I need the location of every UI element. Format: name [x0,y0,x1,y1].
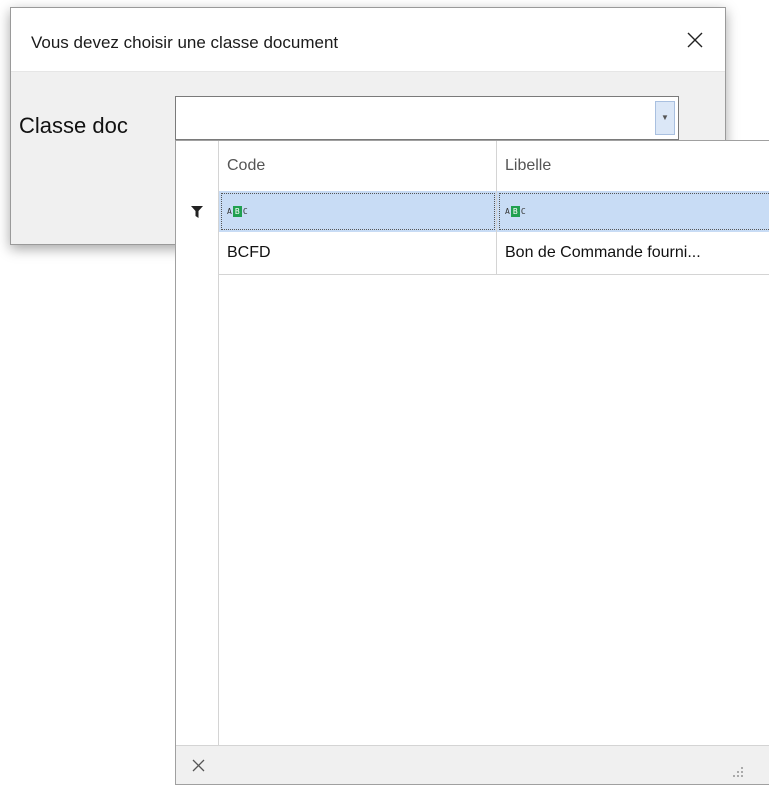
resize-grip-icon[interactable] [732,766,744,778]
grid-header: Code Libelle [176,141,769,192]
clear-icon [192,759,204,771]
clear-button[interactable] [188,755,208,775]
dialog-title: Vous devez choisir une classe document [31,33,339,52]
popup-footer [176,745,769,784]
close-icon [687,32,703,47]
close-button[interactable] [665,8,725,71]
column-header-libelle[interactable]: Libelle [497,141,769,191]
text-filter-icon: ABC [227,206,248,217]
table-row[interactable]: BCFD Bon de Commande fourni... [176,232,769,275]
column-header-code[interactable]: Code [219,141,497,191]
classe-doc-combobox[interactable]: ▼ [175,96,679,140]
cell-code[interactable]: BCFD [219,232,497,275]
text-filter-icon: ABC [505,206,526,217]
classe-doc-label: Classe doc [19,113,128,138]
classe-doc-dropdown-grid: Code Libelle ABC ABC BCFD Bon de Command… [175,140,769,785]
filter-cell-libelle[interactable]: ABC [497,191,769,232]
dropdown-button[interactable]: ▼ [655,101,675,135]
row-indicator-header [176,141,219,191]
chevron-down-icon: ▼ [661,113,669,122]
auto-filter-row: ABC ABC [176,191,769,233]
filter-cell-code[interactable]: ABC [219,191,497,232]
row-indicator [176,232,219,275]
row-indicator-column [176,275,219,745]
filter-icon [176,191,219,232]
cell-libelle[interactable]: Bon de Commande fourni... [497,232,769,275]
dialog-titlebar: Vous devez choisir une classe document [11,8,725,72]
